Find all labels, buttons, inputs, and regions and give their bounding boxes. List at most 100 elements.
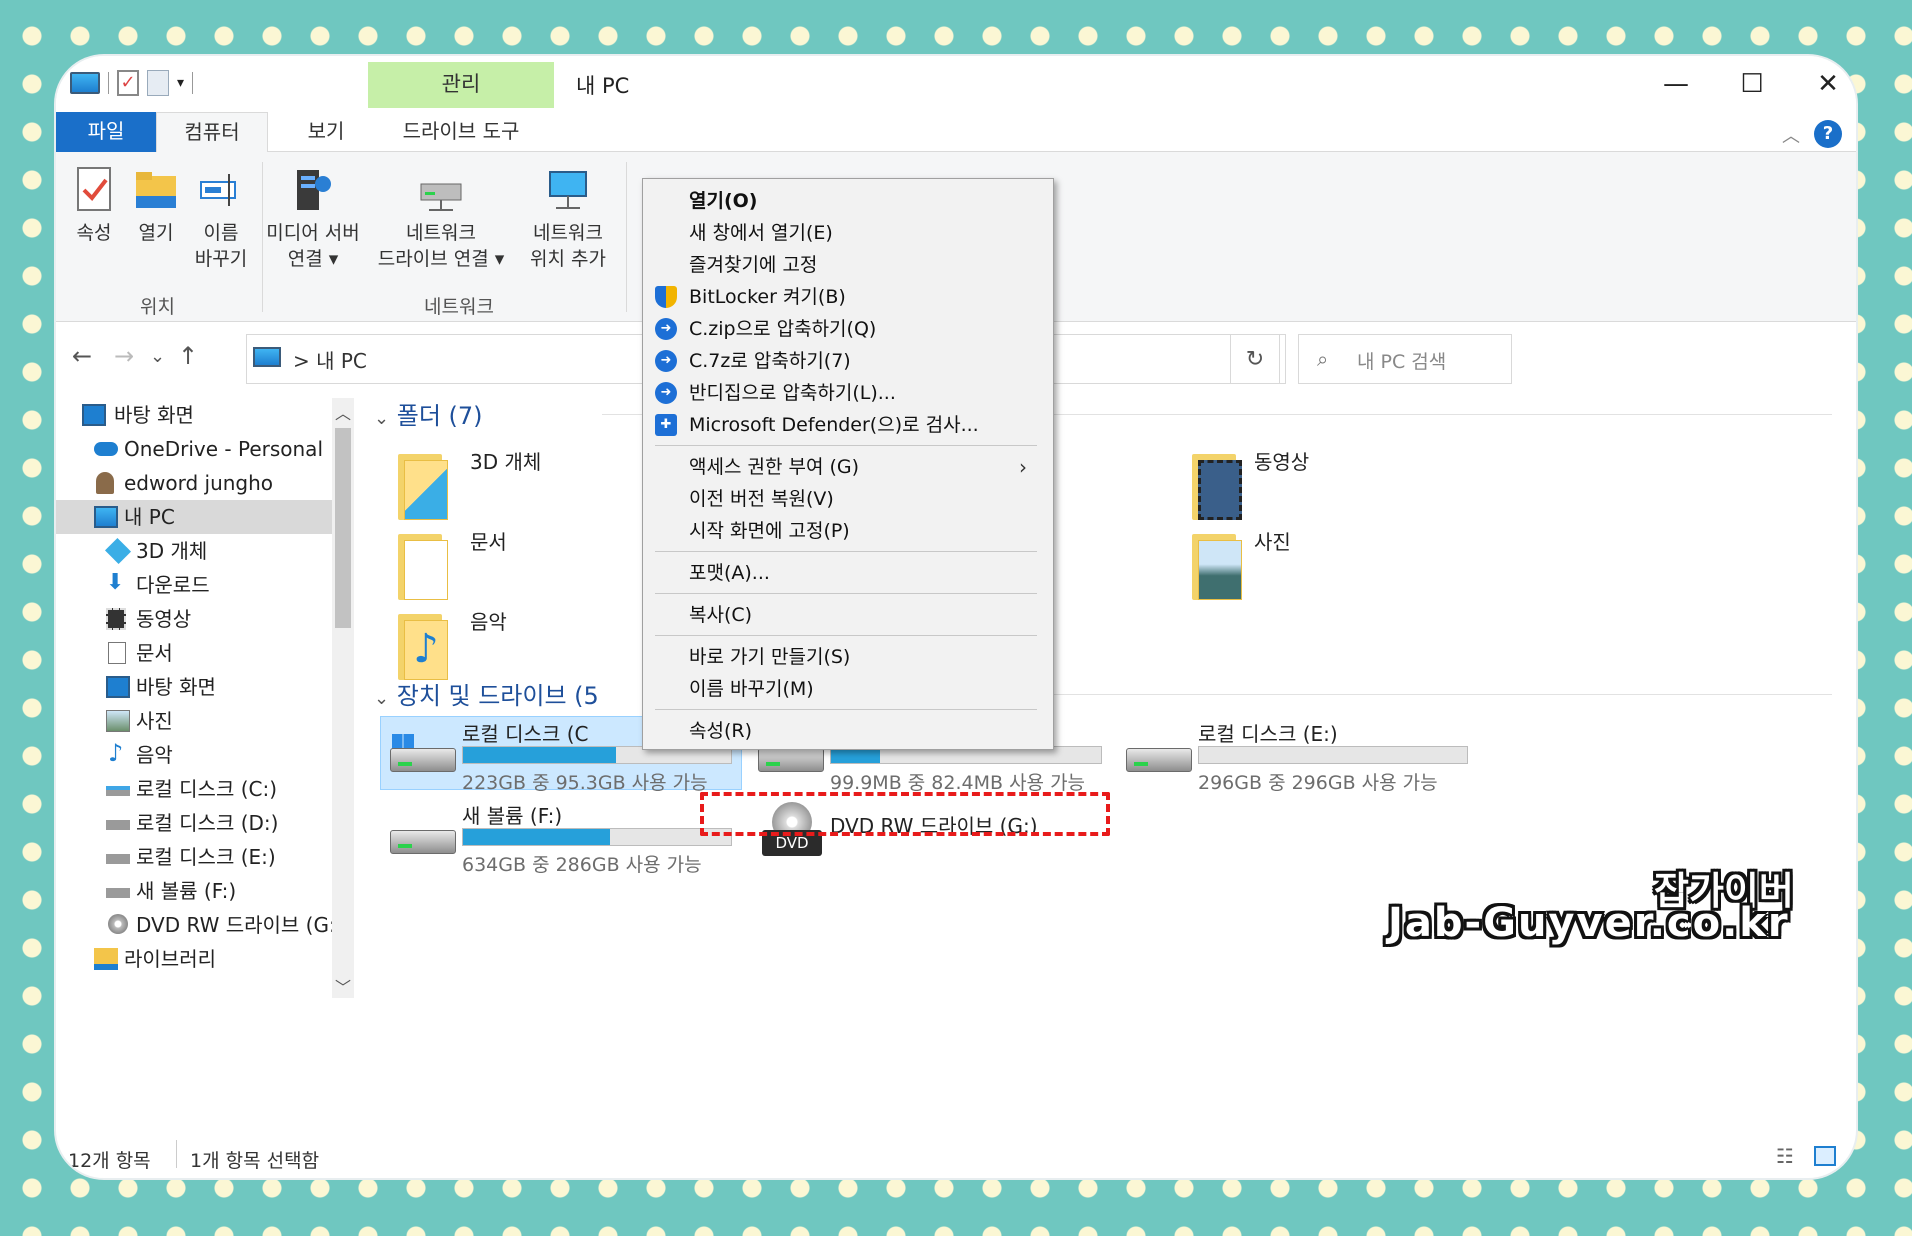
menu-label: 반디집으로 압축하기(L)...	[689, 382, 896, 404]
pc-icon[interactable]	[70, 72, 100, 94]
help-icon[interactable]: ?	[1814, 120, 1842, 148]
nav-label: 다운로드	[136, 573, 210, 597]
drive-icon	[1126, 734, 1192, 774]
minimize-button[interactable]: —	[1646, 64, 1706, 104]
details-view-icon[interactable]: ☷	[1776, 1144, 1794, 1168]
refresh-button[interactable]: ↻	[1230, 334, 1280, 384]
dvd-icon	[108, 914, 128, 934]
nav-item-drive-d[interactable]: 로컬 디스크 (D:)	[56, 806, 332, 840]
large-icons-view-icon[interactable]	[1814, 1146, 1836, 1166]
nav-item-desktop-2[interactable]: 바탕 화면	[56, 670, 332, 704]
rename-button[interactable]: 이름 바꾸기	[186, 166, 256, 272]
ribbon-tabs: 파일 컴퓨터 보기 드라이브 도구 ︿ ?	[56, 112, 1856, 153]
folder-pictures-tile[interactable]	[1192, 528, 1248, 600]
tab-file[interactable]: 파일	[56, 112, 156, 152]
nav-label: 동영상	[136, 607, 192, 631]
onedrive-icon	[94, 442, 118, 456]
up-button[interactable]: ↑	[178, 342, 198, 370]
recent-locations-button[interactable]: ⌄	[150, 346, 165, 367]
nav-item-3d-objects[interactable]: 3D 개체	[56, 534, 332, 568]
windows-drive-icon	[390, 734, 456, 774]
navigation-pane: 바탕 화면 OneDrive - Personal edword jungho …	[56, 398, 356, 1128]
menu-item-7z[interactable]: ➜ C.7z로 압축하기(7)	[643, 345, 1053, 377]
nav-item-documents[interactable]: 문서	[56, 636, 332, 670]
menu-item-rename[interactable]: 이름 바꾸기(M)	[643, 673, 1053, 705]
tab-drive-tools[interactable]: 드라이브 도구	[368, 112, 554, 152]
back-button[interactable]: ←	[72, 342, 92, 370]
nav-item-videos[interactable]: 동영상	[56, 602, 332, 636]
tab-manage[interactable]: 관리	[368, 62, 554, 108]
new-folder-qat-icon[interactable]	[147, 70, 169, 96]
nav-item-onedrive[interactable]: OneDrive - Personal	[56, 432, 332, 466]
drive-body	[758, 748, 824, 772]
media-server-button[interactable]: 미디어 서버 연결 ▾	[258, 166, 368, 272]
menu-item-give-access[interactable]: 액세스 권한 부여 (G) ›	[643, 451, 1053, 483]
forward-button[interactable]: →	[114, 342, 134, 370]
nav-item-drive-c[interactable]: 로컬 디스크 (C:)	[56, 772, 332, 806]
open-button[interactable]: 열기	[126, 166, 186, 246]
menu-item-pin-quick-access[interactable]: 즐겨찾기에 고정	[643, 249, 1053, 281]
map-network-drive-button[interactable]: 네트워크 드라이브 연결 ▾	[366, 166, 516, 272]
menu-item-pin-start[interactable]: 시작 화면에 고정(P)	[643, 515, 1053, 547]
menu-label: 열기(O)	[689, 190, 758, 212]
nav-item-drive-f[interactable]: 새 볼륨 (F:)	[56, 874, 332, 908]
menu-item-properties[interactable]: 속성(R)	[643, 715, 1053, 747]
folders-section-header[interactable]: ⌄ 폴더 (7)	[374, 396, 483, 431]
menu-separator	[655, 445, 1037, 446]
menu-item-defender[interactable]: ✚ Microsoft Defender(으)로 검사...	[643, 409, 1053, 441]
menu-item-zip[interactable]: ➜ C.zip으로 압축하기(Q)	[643, 313, 1053, 345]
ribbon-collapse-icon[interactable]: ︿	[1782, 122, 1800, 148]
properties-button[interactable]: 속성	[64, 166, 124, 246]
nav-item-pictures[interactable]: 사진	[56, 704, 332, 738]
folder-3d-objects-tile[interactable]	[398, 448, 454, 520]
drive-icon	[106, 820, 130, 830]
nav-item-drive-e[interactable]: 로컬 디스크 (E:)	[56, 840, 332, 874]
properties-qat-icon[interactable]: ✓	[117, 70, 139, 96]
nav-scrollbar[interactable]: ︿ ﹀	[332, 398, 354, 998]
menu-item-create-shortcut[interactable]: 바로 가기 만들기(S)	[643, 641, 1053, 673]
menu-item-bandizip[interactable]: ➜ 반디집으로 압축하기(L)...	[643, 377, 1053, 409]
menu-label: 이름 바꾸기(M)	[689, 678, 814, 700]
network-drive-icon	[419, 166, 463, 214]
nav-item-music[interactable]: ♪ 음악	[56, 738, 332, 772]
close-button[interactable]: ✕	[1798, 64, 1856, 104]
devices-section-header[interactable]: ⌄ 장치 및 드라이브 (5	[374, 676, 599, 711]
tab-view[interactable]: 보기	[276, 112, 376, 152]
menu-item-open-new-window[interactable]: 새 창에서 열기(E)	[643, 217, 1053, 249]
menu-label: 복사(C)	[689, 604, 753, 626]
menu-label: 속성(R)	[689, 720, 752, 742]
nav-item-this-pc[interactable]: 내 PC	[56, 500, 332, 534]
tab-computer[interactable]: 컴퓨터	[156, 112, 268, 153]
menu-item-restore-versions[interactable]: 이전 버전 복원(V)	[643, 483, 1053, 515]
menu-item-bitlocker[interactable]: BitLocker 켜기(B)	[643, 281, 1053, 313]
folder-documents-tile[interactable]	[398, 528, 454, 600]
maximize-button[interactable]: ☐	[1722, 64, 1782, 104]
scroll-thumb[interactable]	[335, 428, 351, 628]
video-icon	[106, 608, 126, 630]
search-icon: ⌕	[1317, 347, 1329, 371]
folder-videos-tile[interactable]	[1192, 448, 1248, 520]
menu-item-format[interactable]: 포맷(A)...	[643, 557, 1053, 589]
network-drive-label-2: 드라이브 연결 ▾	[377, 248, 505, 270]
nav-item-libraries[interactable]: 라이브러리	[56, 942, 332, 976]
add-network-location-button[interactable]: 네트워크 위치 추가	[518, 166, 618, 272]
customize-qat-icon[interactable]: ▾	[177, 75, 184, 91]
scroll-up-icon[interactable]: ︿	[332, 400, 354, 424]
rename-icon	[199, 166, 243, 214]
window-title: 내 PC	[576, 74, 630, 98]
nav-item-desktop[interactable]: 바탕 화면	[56, 398, 332, 432]
devices-section-label: 장치 및 드라이브 (5	[396, 682, 599, 710]
nav-item-user[interactable]: edword jungho	[56, 466, 332, 500]
menu-label: C.zip으로 압축하기(Q)	[689, 318, 877, 340]
folder-music-tile[interactable]: ♪	[398, 608, 454, 680]
quick-access-toolbar: ✓ ▾	[70, 70, 194, 96]
picture-icon	[1198, 540, 1242, 600]
menu-item-copy[interactable]: 복사(C)	[643, 599, 1053, 631]
scroll-down-icon[interactable]: ﹀	[332, 974, 354, 998]
menu-item-open[interactable]: 열기(O)	[643, 185, 1053, 217]
media-server-icon	[291, 166, 335, 214]
nav-item-dvd[interactable]: DVD RW 드라이브 (G:)	[56, 908, 344, 942]
breadcrumb[interactable]: > 내 PC	[293, 345, 367, 374]
nav-item-downloads[interactable]: ⬇ 다운로드	[56, 568, 332, 602]
search-input[interactable]: ⌕ 내 PC 검색	[1298, 334, 1512, 384]
